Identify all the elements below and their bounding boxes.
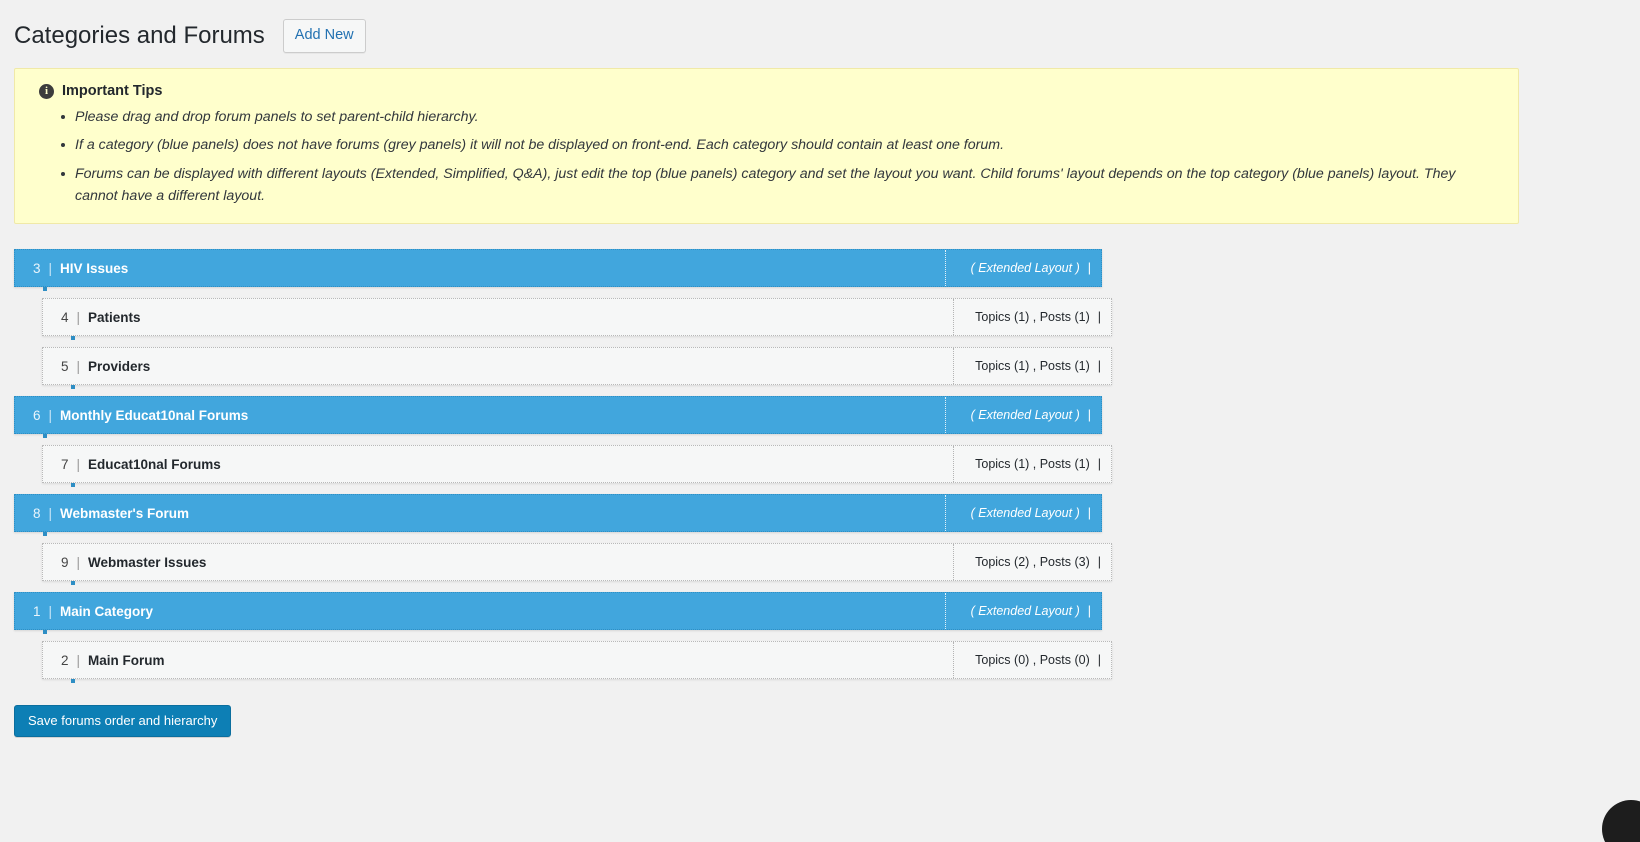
panel-meta-group: ( Extended Layout ) | xyxy=(945,593,1101,630)
panel-label-group: 5 | Providers xyxy=(43,348,953,384)
panel-counts-meta: Topics (1) , Posts (1) xyxy=(975,310,1090,325)
panel-label-group: 7 | Educat10nal Forums xyxy=(43,446,953,482)
panel-separator: | xyxy=(76,652,81,668)
panel-label-group: 1 | Main Category xyxy=(15,593,945,629)
panel-separator: | xyxy=(76,456,81,472)
panel-actions-pipe[interactable]: | xyxy=(1080,506,1091,520)
panel-id: 4 xyxy=(61,309,69,325)
panel-id: 1 xyxy=(33,603,41,619)
category-panel[interactable]: 6 | Monthly Educat10nal Forums ( Extende… xyxy=(14,396,1102,439)
panel-meta-group: ( Extended Layout ) | xyxy=(945,397,1101,434)
panel-label-group: 3 | HIV Issues xyxy=(15,250,945,286)
panel-id: 7 xyxy=(61,456,69,472)
drag-handle-dot[interactable] xyxy=(43,434,47,439)
drag-handle-dot[interactable] xyxy=(43,532,47,537)
add-new-button[interactable]: Add New xyxy=(282,19,366,53)
panel-actions-pipe[interactable]: | xyxy=(1090,555,1101,569)
tips-list: Please drag and drop forum panels to set… xyxy=(33,106,1500,207)
panel-label-group: 4 | Patients xyxy=(43,299,953,335)
panel-separator: | xyxy=(48,260,53,276)
cursor-blob-icon xyxy=(1602,800,1640,842)
panel-id: 6 xyxy=(33,407,41,423)
panel-label-group: 6 | Monthly Educat10nal Forums xyxy=(15,397,945,433)
panel-actions-pipe[interactable]: | xyxy=(1080,604,1091,618)
page-header: Categories and Forums Add New xyxy=(0,0,1640,58)
panel-label-group: 9 | Webmaster Issues xyxy=(43,544,953,580)
panel-separator: | xyxy=(48,603,53,619)
panel-title: Educat10nal Forums xyxy=(88,456,221,472)
panel-counts-meta: Topics (2) , Posts (3) xyxy=(975,555,1090,570)
panel-layout-meta: ( Extended Layout ) xyxy=(970,261,1080,276)
panel-meta-group: Topics (1) , Posts (1) | xyxy=(953,348,1111,385)
panel-actions-pipe[interactable]: | xyxy=(1080,408,1091,422)
panel-title: Providers xyxy=(88,358,151,374)
panel-actions-pipe[interactable]: | xyxy=(1090,653,1101,667)
forum-panel[interactable]: 2 | Main Forum Topics (0) , Posts (0) | xyxy=(42,641,1112,684)
forum-panel[interactable]: 5 | Providers Topics (1) , Posts (1) | xyxy=(42,347,1112,390)
panel-actions-pipe[interactable]: | xyxy=(1090,359,1101,373)
drag-handle-dot[interactable] xyxy=(71,385,75,390)
important-tips-notice: i Important Tips Please drag and drop fo… xyxy=(14,68,1519,225)
save-row: Save forums order and hierarchy xyxy=(0,705,1640,738)
forum-hierarchy-list: 3 | HIV Issues ( Extended Layout ) | 4 |… xyxy=(0,249,1640,684)
category-panel[interactable]: 8 | Webmaster's Forum ( Extended Layout … xyxy=(14,494,1102,537)
tips-heading-row: i Important Tips xyxy=(33,83,1500,99)
panel-counts-meta: Topics (0) , Posts (0) xyxy=(975,653,1090,668)
panel-title: Webmaster Issues xyxy=(88,554,207,570)
panel-meta-group: Topics (2) , Posts (3) | xyxy=(953,544,1111,581)
panel-separator: | xyxy=(76,309,81,325)
info-circle-icon: i xyxy=(39,83,54,99)
panel-counts-meta: Topics (1) , Posts (1) xyxy=(975,359,1090,374)
tips-heading-label: Important Tips xyxy=(62,83,163,99)
panel-id: 3 xyxy=(33,260,41,276)
page-root: Categories and Forums Add New i Importan… xyxy=(0,0,1640,842)
panel-meta-group: Topics (0) , Posts (0) | xyxy=(953,642,1111,679)
panel-title: Main Forum xyxy=(88,652,165,668)
panel-layout-meta: ( Extended Layout ) xyxy=(970,408,1080,423)
tips-list-item: If a category (blue panels) does not hav… xyxy=(61,134,1500,156)
panel-title: HIV Issues xyxy=(60,260,129,276)
panel-separator: | xyxy=(76,358,81,374)
drag-handle-dot[interactable] xyxy=(71,483,75,488)
forum-panel[interactable]: 4 | Patients Topics (1) , Posts (1) | xyxy=(42,298,1112,341)
panel-id: 9 xyxy=(61,554,69,570)
panel-title: Monthly Educat10nal Forums xyxy=(60,407,249,423)
panel-id: 8 xyxy=(33,505,41,521)
panel-title: Webmaster's Forum xyxy=(60,505,190,521)
panel-meta-group: Topics (1) , Posts (1) | xyxy=(953,446,1111,483)
panel-label-group: 8 | Webmaster's Forum xyxy=(15,495,945,531)
save-order-button[interactable]: Save forums order and hierarchy xyxy=(14,705,232,738)
panel-actions-pipe[interactable]: | xyxy=(1090,310,1101,324)
tips-list-item: Please drag and drop forum panels to set… xyxy=(61,106,1500,128)
panel-meta-group: ( Extended Layout ) | xyxy=(945,250,1101,287)
panel-meta-group: Topics (1) , Posts (1) | xyxy=(953,299,1111,336)
panel-layout-meta: ( Extended Layout ) xyxy=(970,506,1080,521)
panel-separator: | xyxy=(76,554,81,570)
panel-id: 2 xyxy=(61,652,69,668)
drag-handle-dot[interactable] xyxy=(71,679,75,684)
page-title: Categories and Forums xyxy=(14,22,265,50)
drag-handle-dot[interactable] xyxy=(43,630,47,635)
drag-handle-dot[interactable] xyxy=(71,581,75,586)
drag-handle-dot[interactable] xyxy=(43,287,47,292)
panel-actions-pipe[interactable]: | xyxy=(1080,261,1091,275)
panel-actions-pipe[interactable]: | xyxy=(1090,457,1101,471)
panel-separator: | xyxy=(48,407,53,423)
panel-separator: | xyxy=(48,505,53,521)
forum-panel[interactable]: 7 | Educat10nal Forums Topics (1) , Post… xyxy=(42,445,1112,488)
category-panel[interactable]: 1 | Main Category ( Extended Layout ) | xyxy=(14,592,1102,635)
panel-title: Patients xyxy=(88,309,141,325)
panel-layout-meta: ( Extended Layout ) xyxy=(970,604,1080,619)
panel-label-group: 2 | Main Forum xyxy=(43,642,953,678)
panel-meta-group: ( Extended Layout ) | xyxy=(945,495,1101,532)
panel-id: 5 xyxy=(61,358,69,374)
tips-list-item: Forums can be displayed with different l… xyxy=(61,163,1500,208)
forum-panel[interactable]: 9 | Webmaster Issues Topics (2) , Posts … xyxy=(42,543,1112,586)
drag-handle-dot[interactable] xyxy=(71,336,75,341)
panel-title: Main Category xyxy=(60,603,154,619)
category-panel[interactable]: 3 | HIV Issues ( Extended Layout ) | xyxy=(14,249,1102,292)
panel-counts-meta: Topics (1) , Posts (1) xyxy=(975,457,1090,472)
